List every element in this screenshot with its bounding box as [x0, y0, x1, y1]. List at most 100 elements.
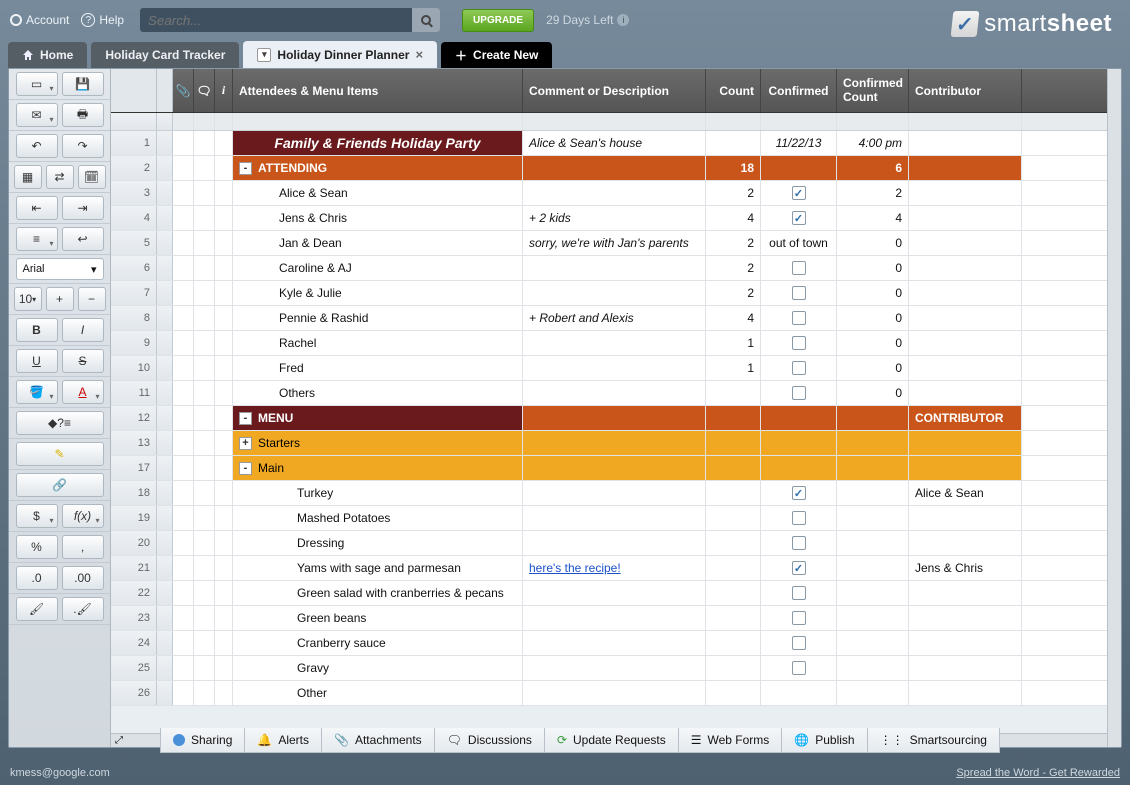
tab-create-new[interactable]: ＋Create New	[441, 42, 552, 68]
cell-confcount[interactable]: 0	[837, 331, 909, 355]
cell-primary[interactable]: Jens & Chris	[233, 206, 523, 230]
row-number[interactable]: 7	[111, 281, 157, 305]
row-number[interactable]: 23	[111, 606, 157, 630]
footer-attachments[interactable]: 📎Attachments	[322, 728, 435, 753]
cell-confcount[interactable]: 0	[837, 381, 909, 405]
col-discussion[interactable]: 🗨	[194, 69, 215, 112]
cell-comment[interactable]	[523, 431, 706, 455]
cell-count[interactable]	[706, 631, 761, 655]
row-2[interactable]: 2-ATTENDING186	[111, 156, 1107, 181]
row-number[interactable]: 12	[111, 406, 157, 430]
upgrade-button[interactable]: UPGRADE	[462, 9, 534, 32]
grid-view-button[interactable]: ▦	[14, 165, 42, 189]
cell-primary[interactable]: Family & Friends Holiday Party	[233, 131, 523, 155]
cell-confirmed[interactable]	[761, 456, 837, 480]
col-confirmed[interactable]: Confirmed	[761, 69, 837, 112]
cell-primary[interactable]: Turkey	[233, 481, 523, 505]
row-number[interactable]: 24	[111, 631, 157, 655]
font-select[interactable]: Arial▾	[16, 258, 104, 280]
checkbox[interactable]	[792, 611, 806, 625]
checkbox[interactable]	[792, 361, 806, 375]
col-contributor[interactable]: Contributor	[909, 69, 1022, 112]
row-number[interactable]: 17	[111, 456, 157, 480]
underline-button[interactable]: U	[16, 349, 58, 373]
row-number[interactable]: 13	[111, 431, 157, 455]
cell-confirmed[interactable]	[761, 581, 837, 605]
thousands-button[interactable]: ,	[62, 535, 104, 559]
cell-comment[interactable]	[523, 581, 706, 605]
cell-comment[interactable]: here's the recipe!	[523, 556, 706, 580]
cell-comment[interactable]	[523, 156, 706, 180]
info-icon[interactable]: i	[617, 14, 629, 26]
col-count[interactable]: Count	[706, 69, 761, 112]
cell-primary[interactable]: Green salad with cranberries & pecans	[233, 581, 523, 605]
cell-contributor[interactable]: Jens & Chris	[909, 556, 1022, 580]
checkbox[interactable]	[792, 661, 806, 675]
row-1[interactable]: 1Family & Friends Holiday PartyAlice & S…	[111, 131, 1107, 156]
cell-count[interactable]: 2	[706, 231, 761, 255]
cell-count[interactable]	[706, 456, 761, 480]
cell-comment[interactable]	[523, 606, 706, 630]
cell-contributor[interactable]	[909, 306, 1022, 330]
cell-comment[interactable]	[523, 406, 706, 430]
row-17[interactable]: 17 -Main	[111, 456, 1107, 481]
cell-count[interactable]: 18	[706, 156, 761, 180]
row-24[interactable]: 24Cranberry sauce	[111, 631, 1107, 656]
tab-holiday-dinner[interactable]: ▾ Holiday Dinner Planner ×	[243, 41, 437, 68]
row-number[interactable]: 10	[111, 356, 157, 380]
row-22[interactable]: 22Green salad with cranberries & pecans	[111, 581, 1107, 606]
cell-confcount[interactable]: 4	[837, 206, 909, 230]
cell-count[interactable]: 4	[706, 306, 761, 330]
cell-confcount[interactable]: 0	[837, 256, 909, 280]
checkbox[interactable]	[792, 311, 806, 325]
cell-confirmed[interactable]: out of town	[761, 231, 837, 255]
row-number[interactable]: 6	[111, 256, 157, 280]
cell-confirmed[interactable]: ✓	[761, 206, 837, 230]
redo-button[interactable]: ↷	[62, 134, 104, 158]
cell-comment[interactable]	[523, 681, 706, 705]
row-number[interactable]: 19	[111, 506, 157, 530]
row-number[interactable]: 26	[111, 681, 157, 705]
cell-count[interactable]	[706, 481, 761, 505]
cell-comment[interactable]: sorry, we're with Jan's parents	[523, 231, 706, 255]
cell-confcount[interactable]: 0	[837, 231, 909, 255]
cell-contributor[interactable]	[909, 256, 1022, 280]
cell-primary[interactable]: Others	[233, 381, 523, 405]
col-attachment[interactable]: 📎	[173, 69, 194, 112]
formula-button[interactable]: f(x)▾	[62, 504, 104, 528]
cell-count[interactable]	[706, 556, 761, 580]
cell-confcount[interactable]: 6	[837, 156, 909, 180]
strike-button[interactable]: S	[62, 349, 104, 373]
tab-holiday-card[interactable]: Holiday Card Tracker	[91, 42, 239, 68]
cell-comment[interactable]	[523, 481, 706, 505]
checkbox[interactable]: ✓	[792, 186, 806, 200]
cell-confirmed[interactable]	[761, 156, 837, 180]
account-link[interactable]: Account	[10, 13, 69, 27]
collapse-icon[interactable]: -	[239, 462, 252, 475]
cell-count[interactable]: 1	[706, 356, 761, 380]
cell-confcount[interactable]	[837, 406, 909, 430]
cell-contributor[interactable]	[909, 531, 1022, 555]
fontsize-inc[interactable]: +	[46, 287, 74, 311]
cell-confirmed[interactable]: ✓	[761, 481, 837, 505]
cell-count[interactable]	[706, 656, 761, 680]
calendar-view-button[interactable]: 🗓	[78, 165, 106, 189]
cell-confirmed[interactable]	[761, 356, 837, 380]
cell-count[interactable]: 2	[706, 256, 761, 280]
footer-sharing[interactable]: Sharing	[160, 728, 245, 753]
cell-contributor[interactable]: CONTRIBUTOR	[909, 406, 1022, 430]
cell-count[interactable]	[706, 406, 761, 430]
dec-dec-button[interactable]: .00	[62, 566, 104, 590]
cell-primary[interactable]: Fred	[233, 356, 523, 380]
cell-confirmed[interactable]	[761, 606, 837, 630]
cell-primary[interactable]: -Main	[233, 456, 523, 480]
cell-confcount[interactable]	[837, 581, 909, 605]
row-20[interactable]: 20Dressing	[111, 531, 1107, 556]
cell-contributor[interactable]	[909, 131, 1022, 155]
undo-button[interactable]: ↶	[16, 134, 58, 158]
cell-primary[interactable]: Other	[233, 681, 523, 705]
cell-primary[interactable]: Caroline & AJ	[233, 256, 523, 280]
expand-icon[interactable]: +	[239, 437, 252, 450]
checkbox[interactable]: ✓	[792, 211, 806, 225]
row-4[interactable]: 4Jens & Chris+ 2 kids4✓4	[111, 206, 1107, 231]
